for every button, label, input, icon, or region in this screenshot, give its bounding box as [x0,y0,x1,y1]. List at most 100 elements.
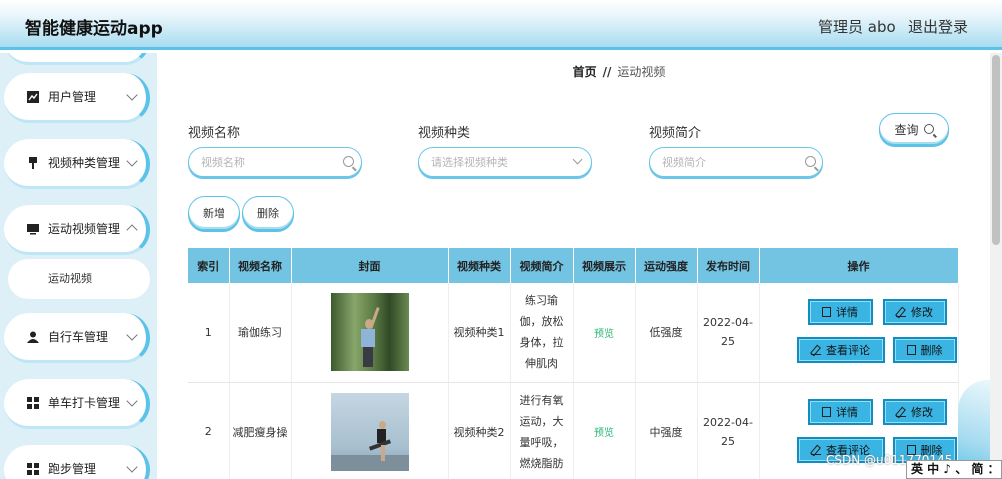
edit-label: 修改 [911,306,933,319]
sidebar: 用户管理 视频种类管理 运动视频管理 运动视频 自行车管理 单车打卡管理 跑步管… [0,53,157,479]
preview-link[interactable]: 预览 [594,329,614,340]
sidebar-item-bike-checkin[interactable]: 单车打卡管理 [4,379,150,429]
cell-cover [291,382,449,479]
table-header-row: 索引 视频名称 封面 视频种类 视频简介 视频展示 运动强度 发布时间 操作 [188,248,959,283]
scroll-thumb[interactable] [992,55,1000,245]
search-icon [923,124,934,134]
video-name-input[interactable] [188,147,362,177]
main-content: 首页 // 运动视频 视频名称 视频种类 视频简介 查询 新增 删除 索引 视频名称… [157,53,990,479]
document-icon [822,406,831,417]
filter-type-label: 视频种类 [418,126,471,141]
edit-button[interactable]: 修改 [882,299,947,325]
edit-button[interactable]: 修改 [882,398,947,425]
cell-ops: 详情 修改 查看评论 删除 [759,283,959,383]
ime-toolbar[interactable]: 英 中 ♪ 、 简 ： [906,460,1002,479]
cell-type: 视频种类1 [448,283,511,383]
breadcrumb: 首页 // 运动视频 [157,63,990,80]
cell-intensity: 中强度 [635,382,698,479]
column-header: 视频种类 [448,248,511,283]
edit-label: 修改 [911,405,933,419]
column-header: 视频名称 [229,248,292,283]
sidebar-item-running[interactable]: 跑步管理 [4,445,150,479]
cell-show: 预览 [573,283,636,383]
cell-type: 视频种类2 [448,382,511,479]
cell-intro: 练习瑜伽，放松身体，拉伸肌肉 [510,283,574,383]
add-button[interactable]: 新增 [188,196,240,230]
edit-icon [896,307,906,317]
video-table: 索引 视频名称 封面 视频种类 视频简介 视频展示 运动强度 发布时间 操作 1… [188,248,959,479]
cell-date: 2022-04-25 [697,382,760,479]
filter-name-label: 视频名称 [188,126,241,141]
app-title: 智能健康运动app [25,19,163,39]
grid-icon [26,462,40,476]
table-row: 1 瑜伽练习 视频种类1 练习瑜伽，放松身体，拉伸肌肉 预览 低强度 2022-… [188,283,959,383]
detail-label: 详情 [836,405,858,419]
chevron-down-icon [126,329,138,341]
detail-button[interactable]: 详情 [807,398,873,425]
sidebar-item-label: 自行车管理 [48,330,109,344]
chart-icon [26,90,40,104]
query-button[interactable]: 查询 [879,113,949,145]
sidebar-item-label: 跑步管理 [48,462,97,476]
cell-name: 减肥瘦身操 [229,382,292,479]
column-header: 运动强度 [635,248,698,283]
sidebar-subitem-sport-video[interactable]: 运动视频 [8,259,150,299]
sidebar-item-video-types[interactable]: 视频种类管理 [4,139,150,189]
document-icon [822,307,831,317]
cover-image[interactable] [330,293,409,372]
column-header: 视频展示 [573,248,636,283]
cell-show: 预览 [573,382,636,479]
cell-index: 1 [188,283,230,383]
column-header: 视频简介 [510,248,574,283]
edit-icon [896,407,906,417]
edit-icon [811,345,821,355]
page-scrollbar[interactable] [990,53,1002,479]
preview-link[interactable]: 预览 [594,428,614,439]
user-icon [26,330,40,344]
sidebar-item-hidden[interactable] [4,53,150,65]
chevron-down-icon [126,89,138,101]
delete-label: 删除 [920,344,943,357]
detail-button[interactable]: 详情 [807,299,873,325]
sidebar-item-label: 用户管理 [48,90,97,104]
sidebar-item-label: 单车打卡管理 [48,396,121,410]
cell-cover [291,283,449,383]
search-icon [343,156,354,167]
sidebar-item-label: 视频种类管理 [48,156,121,170]
cell-date: 2022-04-25 [697,283,760,383]
sidebar-item-label: 运动视频管理 [48,222,121,236]
view-comments-button[interactable]: 查看评论 [796,337,885,363]
filter-intro-label: 视频简介 [649,126,702,141]
pin-icon [26,156,40,170]
cover-image[interactable] [330,392,409,471]
logout-link[interactable]: 退出登录 [908,16,968,37]
chevron-down-icon [126,155,138,167]
column-header: 发布时间 [697,248,760,283]
breadcrumb-separator: // [602,65,612,79]
cell-intro: 进行有氧运动，大量呼吸，燃烧脂肪 [510,382,574,479]
batch-delete-button[interactable]: 删除 [242,196,294,230]
sidebar-item-bikes[interactable]: 自行车管理 [4,313,150,363]
cell-intensity: 低强度 [635,283,698,383]
trash-icon [906,345,916,355]
sidebar-item-sport-videos[interactable]: 运动视频管理 [4,205,150,255]
delete-button[interactable]: 删除 [892,337,957,363]
column-header: 索引 [188,248,230,283]
query-label: 查询 [894,122,919,137]
detail-label: 详情 [836,306,858,319]
edit-icon [811,445,821,455]
sidebar-item-users[interactable]: 用户管理 [4,73,150,123]
grid-icon [26,396,40,410]
video-intro-input[interactable] [649,147,823,177]
chevron-up-icon [126,224,138,236]
monitor-icon [26,222,40,236]
video-type-select[interactable] [418,147,592,177]
breadcrumb-home[interactable]: 首页 [573,65,597,79]
column-header: 操作 [759,248,959,283]
chevron-down-icon [126,395,138,407]
breadcrumb-current: 运动视频 [617,65,666,79]
column-header: 封面 [291,248,449,283]
admin-label: 管理员 abo [818,18,896,36]
cell-name: 瑜伽练习 [229,283,292,383]
search-icon [805,156,816,167]
